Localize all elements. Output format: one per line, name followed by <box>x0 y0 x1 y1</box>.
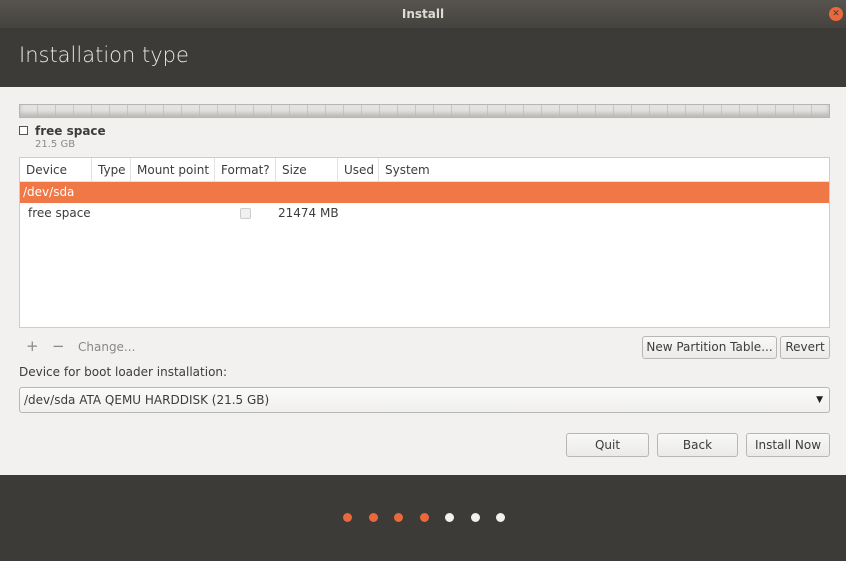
progress-dot <box>343 513 352 522</box>
change-partition-button[interactable]: Change... <box>78 340 135 354</box>
progress-dot <box>445 513 454 522</box>
column-type[interactable]: Type <box>92 158 131 182</box>
page-title: Installation type <box>19 43 189 67</box>
window-title: Install <box>401 7 445 21</box>
bootloader-selected: /dev/sda ATA QEMU HARDDISK (21.5 GB) <box>24 393 270 407</box>
legend-size: 21.5 GB <box>35 139 76 150</box>
format-checkbox[interactable] <box>240 208 251 219</box>
revert-button[interactable]: Revert <box>780 336 830 359</box>
window-titlebar: Install <box>0 0 846 28</box>
table-row-free-space[interactable]: free space 21474 MB <box>20 203 829 224</box>
table-row-dev-sda[interactable]: /dev/sda <box>20 182 829 203</box>
size-cell: 21474 MB <box>278 206 339 220</box>
free-space-swatch <box>19 126 28 135</box>
back-button[interactable]: Back <box>657 433 738 457</box>
partition-bar <box>19 104 830 118</box>
remove-partition-button[interactable]: − <box>52 337 65 355</box>
device-cell: free space <box>28 206 91 220</box>
column-mount-point[interactable]: Mount point <box>131 158 215 182</box>
column-device[interactable]: Device <box>20 158 92 182</box>
progress-dot <box>419 513 429 522</box>
chevron-down-icon: ▼ <box>816 395 823 405</box>
quit-button[interactable]: Quit <box>566 433 649 457</box>
column-system[interactable]: System <box>379 158 829 182</box>
add-partition-button[interactable]: + <box>26 337 39 355</box>
legend-label: free space <box>35 124 106 138</box>
close-icon[interactable]: ✕ <box>829 7 843 21</box>
progress-dot <box>496 513 505 522</box>
progress-dot <box>394 513 403 522</box>
column-used[interactable]: Used <box>338 158 379 182</box>
column-format[interactable]: Format? <box>215 158 276 182</box>
progress-dot <box>470 513 480 522</box>
progress-dot <box>368 513 378 522</box>
bootloader-device-select[interactable]: /dev/sda ATA QEMU HARDDISK (21.5 GB) ▼ <box>19 387 830 413</box>
bootloader-label: Device for boot loader installation: <box>19 365 228 379</box>
partition-table: Device Type Mount point Format? Size Use… <box>19 157 830 328</box>
install-now-button[interactable]: Install Now <box>746 433 830 457</box>
new-partition-table-button[interactable]: New Partition Table... <box>642 336 777 359</box>
device-cell: /dev/sda <box>23 185 75 199</box>
column-size[interactable]: Size <box>276 158 338 182</box>
